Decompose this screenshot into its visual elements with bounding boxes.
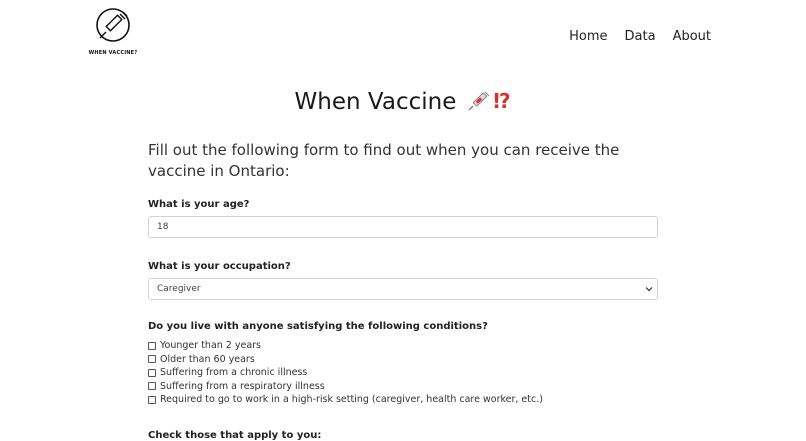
household-label: Do you live with anyone satisfying the f… bbox=[148, 321, 488, 332]
list-item[interactable]: Suffering from a chronic illness bbox=[148, 366, 543, 380]
intro-text: Fill out the following form to find out … bbox=[148, 141, 620, 180]
occupation-value: Caregiver bbox=[157, 284, 201, 294]
self-conditions-label: Check those that apply to you: bbox=[148, 430, 322, 441]
svg-text:?: ? bbox=[499, 89, 511, 112]
checkbox-label: Suffering from a respiratory illness bbox=[160, 380, 325, 392]
age-label: What is your age? bbox=[148, 199, 250, 210]
checkbox-label: Suffering from a chronic illness bbox=[160, 367, 308, 379]
checkbox[interactable] bbox=[148, 368, 156, 377]
checkbox-label: Older than 60 years bbox=[160, 353, 255, 365]
nav-menu: Home Data About bbox=[569, 29, 711, 44]
nav-link-home[interactable]: Home bbox=[569, 29, 607, 44]
occupation-select[interactable]: Caregiver bbox=[148, 278, 658, 300]
syringe-circle-icon bbox=[96, 8, 130, 42]
list-item[interactable]: Older than 60 years bbox=[148, 353, 543, 367]
nav-link-data[interactable]: Data bbox=[625, 29, 656, 44]
checkbox-label: Required to go to work in a high-risk se… bbox=[160, 394, 543, 406]
list-item[interactable]: Required to go to work in a high-risk se… bbox=[148, 393, 543, 407]
checkbox-label: Younger than 2 years bbox=[160, 340, 262, 352]
checkbox[interactable] bbox=[148, 341, 156, 350]
checkbox[interactable] bbox=[148, 355, 156, 364]
checkbox[interactable] bbox=[148, 395, 156, 404]
syringe-exclamation-icon: ! ? bbox=[467, 88, 511, 116]
logo-text: WHEN VACCINE? bbox=[88, 50, 138, 56]
top-navbar: WHEN VACCINE? Home Data About bbox=[0, 0, 806, 70]
age-value: 18 bbox=[157, 222, 169, 232]
checkbox[interactable] bbox=[148, 382, 156, 391]
page-title: When Vaccine bbox=[294, 89, 457, 115]
age-input[interactable]: 18 bbox=[148, 216, 658, 238]
household-checklist: Younger than 2 years Older than 60 years… bbox=[148, 339, 543, 407]
nav-link-about[interactable]: About bbox=[673, 29, 711, 44]
list-item[interactable]: Suffering from a respiratory illness bbox=[148, 380, 543, 394]
chevron-down-icon bbox=[645, 287, 653, 292]
occupation-label: What is your occupation? bbox=[148, 261, 291, 272]
list-item[interactable]: Younger than 2 years bbox=[148, 339, 543, 353]
page-header: When Vaccine ! ? bbox=[0, 88, 806, 116]
